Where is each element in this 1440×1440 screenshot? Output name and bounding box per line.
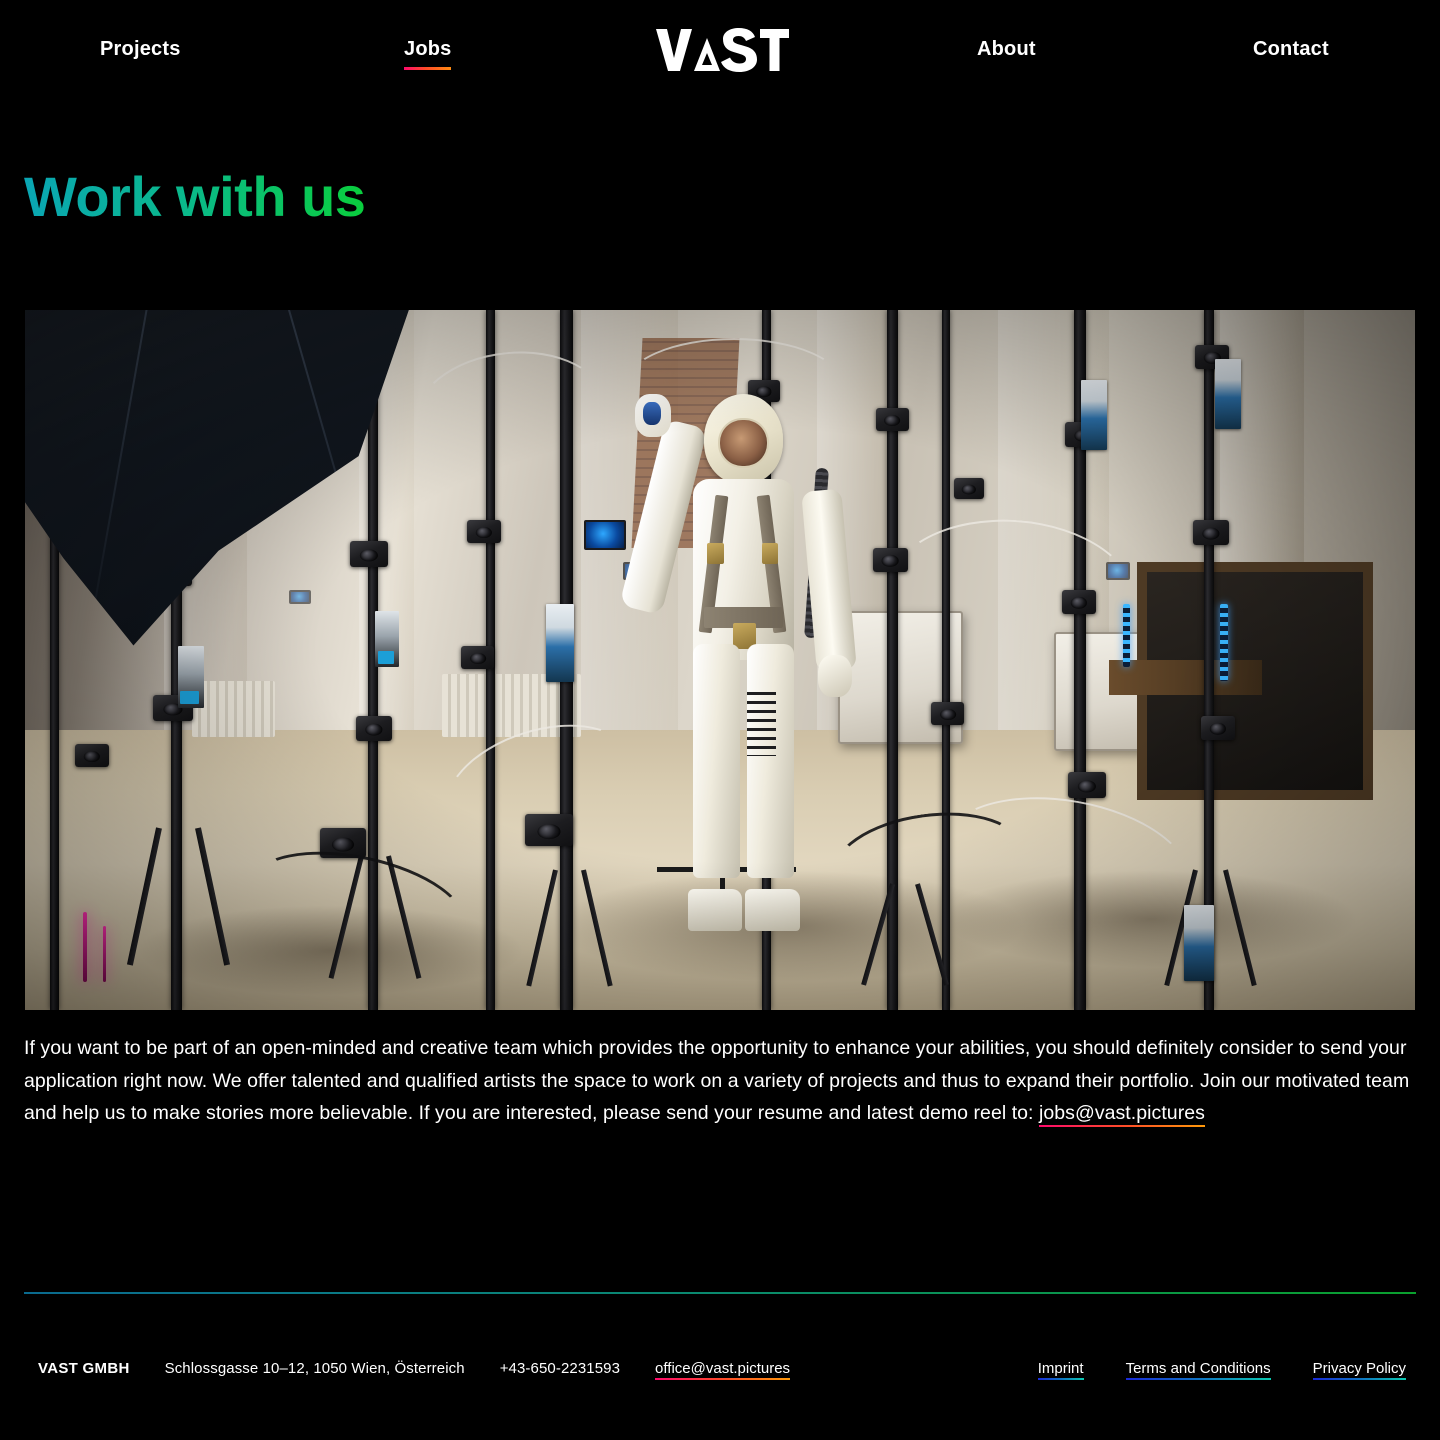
astronaut-glove-lowered (817, 654, 853, 698)
main-navigation: Projects Jobs About Contact (0, 0, 1440, 100)
footer-link-imprint[interactable]: Imprint (1037, 1360, 1084, 1380)
footer-email-link[interactable]: office@vast.pictures (655, 1360, 791, 1380)
poster-card (1184, 905, 1215, 981)
poster-card (1214, 359, 1241, 429)
footer-link-terms-and-conditions[interactable]: Terms and Conditions (1125, 1360, 1271, 1380)
rig-camera (467, 520, 502, 543)
nav-link-jobs[interactable]: Jobs (404, 38, 451, 60)
rig-camera (931, 702, 965, 725)
astronaut-visor-face (718, 417, 769, 469)
rig-camera (953, 478, 984, 499)
poster-card (546, 604, 575, 682)
astronaut-glove-raised (635, 394, 672, 437)
nav-link-about[interactable]: About (977, 38, 1036, 60)
wood-plank (1109, 660, 1263, 695)
astronaut-boot-right (745, 888, 800, 932)
footer-phone: +43-650-2231593 (499, 1360, 621, 1377)
nav-active-underline (404, 67, 452, 70)
rig-camera (875, 408, 909, 431)
nav-link-projects[interactable]: Projects (100, 38, 181, 60)
jobs-description: If you want to be part of an open-minded… (24, 1032, 1416, 1130)
nav-slot-about: About (977, 39, 1036, 60)
radiator (191, 681, 276, 737)
magenta-light (102, 926, 106, 982)
page-title: Work with us (24, 165, 366, 228)
poster-card-3d (177, 646, 204, 708)
astronaut (619, 394, 857, 932)
astronaut-leg-right (747, 644, 795, 879)
astronaut-suit-stripes (747, 691, 777, 756)
page-footer: VAST GMBH Schlossgasse 10–12, 1050 Wien,… (0, 1360, 1440, 1400)
rig-camera (1192, 520, 1229, 545)
nav-slot-projects: Projects (100, 39, 181, 60)
vast-logo[interactable] (655, 27, 790, 73)
led-strip (1220, 604, 1229, 681)
rig-camera (75, 744, 110, 767)
rig-camera (1067, 772, 1106, 798)
astronaut-leg-left (693, 644, 740, 879)
nav-slot-contact: Contact (1253, 39, 1329, 60)
footer-left-group: VAST GMBH Schlossgasse 10–12, 1050 Wien,… (38, 1360, 791, 1380)
jobs-email-link[interactable]: jobs@vast.pictures (1039, 1102, 1205, 1124)
camera-screen (289, 590, 312, 604)
rig-camera (1200, 716, 1235, 740)
hero-scene (25, 310, 1415, 1010)
footer-legal-links: Imprint Terms and Conditions Privacy Pol… (996, 1360, 1407, 1380)
hero-photo (25, 310, 1415, 1010)
rig-camera (355, 716, 392, 741)
footer-address: Schlossgasse 10–12, 1050 Wien, Österreic… (164, 1360, 465, 1377)
harness-buckle (761, 542, 778, 565)
rig-camera (350, 541, 389, 567)
nav-slot-jobs: Jobs (404, 38, 452, 70)
camera-screen (583, 520, 626, 550)
rig-camera (461, 646, 495, 669)
harness-buckle (707, 542, 724, 565)
footer-divider (24, 1292, 1416, 1294)
magenta-light (83, 912, 88, 982)
footer-link-privacy-policy[interactable]: Privacy Policy (1312, 1360, 1407, 1380)
footer-company-name: VAST GMBH (38, 1360, 130, 1377)
nav-link-contact[interactable]: Contact (1253, 38, 1329, 60)
astronaut-boot-left (687, 888, 742, 932)
poster-card-3d (375, 611, 400, 667)
poster-card (1081, 380, 1108, 450)
